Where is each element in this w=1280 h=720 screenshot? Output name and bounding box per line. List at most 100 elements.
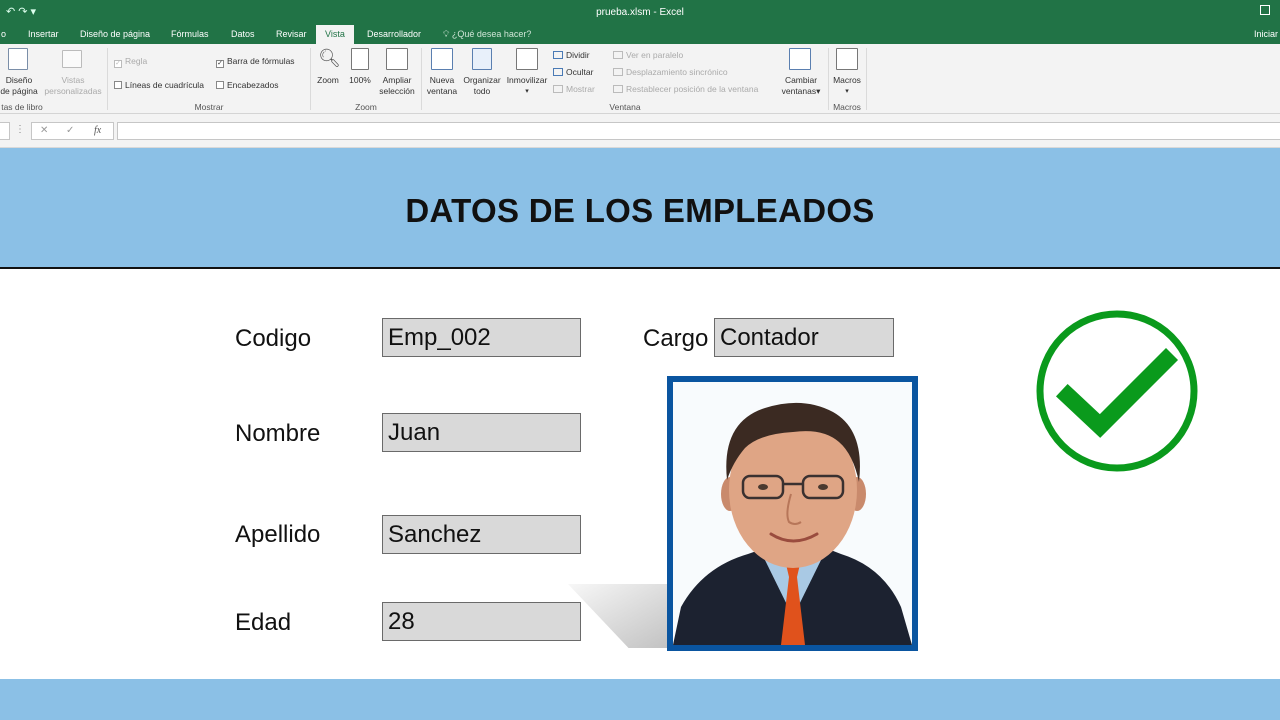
- formula-bar-label: Barra de fórmulas: [227, 56, 295, 66]
- magnifier-icon: 🔍︎: [318, 48, 341, 68]
- freeze-panes-icon: [516, 48, 538, 70]
- sync-scroll-label: Desplazamiento sincrónico: [626, 67, 728, 77]
- tab-diseno-pagina[interactable]: Diseño de página: [80, 29, 150, 39]
- hide-label: Ocultar: [566, 67, 594, 77]
- title-bar: ↶ ↷ ▾ prueba.xlsm - Excel: [0, 0, 1280, 25]
- window-title: prueba.xlsm - Excel: [596, 7, 684, 18]
- apellido-field[interactable]: Sanchez: [382, 515, 581, 554]
- checkbox-checked-icon: ✓: [114, 60, 122, 68]
- split-icon: [553, 51, 563, 59]
- ruler-label: Regla: [125, 56, 148, 66]
- page-layout-label-2: de página: [0, 86, 38, 96]
- new-window-label-1: Nueva: [429, 75, 455, 85]
- photo-shadow: [568, 584, 678, 648]
- page-layout-icon: [8, 48, 28, 70]
- ribbon: Diseño de página Vistas personalizadas t…: [0, 44, 1280, 114]
- sync-scroll-button[interactable]: Desplazamiento sincrónico: [613, 67, 728, 77]
- arrange-all-label-1: Organizar: [463, 75, 501, 85]
- lightbulb-icon: 💡︎: [443, 29, 450, 39]
- zoom-selection-label-1: Ampliar: [382, 75, 412, 85]
- ruler-checkbox[interactable]: ✓ Regla: [114, 56, 147, 68]
- freeze-panes-button[interactable]: Inmovilizar ▾: [504, 75, 550, 97]
- tab-revisar[interactable]: Revisar: [276, 29, 307, 39]
- unhide-icon: [553, 85, 563, 93]
- zoom-label: Zoom: [317, 75, 339, 85]
- group-label-zoom: Zoom: [355, 102, 377, 112]
- tab-formulas[interactable]: Fórmulas: [171, 29, 209, 39]
- tab-inicio[interactable]: o: [1, 29, 6, 39]
- split-label: Dividir: [566, 50, 590, 60]
- switch-windows-button[interactable]: Cambiar ventanas▾: [776, 75, 826, 97]
- switch-windows-label-2: ventanas▾: [781, 86, 821, 96]
- ribbon-tabs: o Insertar Diseño de página Fórmulas Dat…: [0, 25, 1280, 44]
- headings-label: Encabezados: [227, 80, 279, 90]
- tab-vista[interactable]: Vista: [316, 25, 354, 44]
- unhide-button[interactable]: Mostrar: [553, 84, 595, 94]
- custom-views-label-2: personalizadas: [44, 86, 102, 96]
- cargo-field[interactable]: Contador: [714, 318, 894, 357]
- zoom-selection-button[interactable]: Ampliar selección: [377, 75, 417, 97]
- formula-buttons: ✕ ✓ fx: [31, 122, 114, 140]
- zoom-100-icon: [351, 48, 369, 70]
- formula-bar-checkbox[interactable]: ✓ Barra de fórmulas: [216, 56, 295, 68]
- insert-function-icon[interactable]: fx: [94, 125, 101, 136]
- reset-position-label: Restablecer posición de la ventana: [626, 84, 759, 94]
- footer-band: [0, 679, 1280, 720]
- group-label-workbook-views: tas de libro: [1, 102, 43, 112]
- edad-label: Edad: [235, 609, 292, 636]
- side-by-side-label: Ver en paralelo: [626, 50, 684, 60]
- sign-in-link[interactable]: Iniciar: [1254, 29, 1278, 39]
- checkbox-unchecked-icon: [216, 81, 224, 89]
- employee-portrait-image: [673, 382, 912, 645]
- gridlines-checkbox[interactable]: Líneas de cuadrícula: [114, 80, 204, 90]
- tab-insertar[interactable]: Insertar: [28, 29, 59, 39]
- new-window-icon: [431, 48, 453, 70]
- tab-desarrollador[interactable]: Desarrollador: [367, 29, 421, 39]
- codigo-field[interactable]: Emp_002: [382, 318, 581, 357]
- hide-icon: [553, 68, 563, 76]
- custom-views-button[interactable]: Vistas personalizadas: [42, 75, 104, 97]
- sheet-title: DATOS DE LOS EMPLEADOS: [405, 192, 875, 229]
- unhide-label: Mostrar: [566, 84, 595, 94]
- codigo-label: Codigo: [235, 325, 312, 352]
- switch-windows-label-1: Cambiar: [784, 75, 818, 85]
- side-by-side-button[interactable]: Ver en paralelo: [613, 50, 683, 60]
- custom-views-label-1: Vistas: [61, 75, 85, 85]
- name-box[interactable]: [0, 122, 10, 140]
- side-by-side-icon: [613, 51, 623, 59]
- apellido-label: Apellido: [235, 521, 321, 548]
- group-separator: [310, 48, 311, 110]
- custom-views-icon: [62, 50, 82, 68]
- checkbox-checked-icon: ✓: [216, 60, 224, 68]
- formula-input[interactable]: [117, 122, 1280, 140]
- nombre-field[interactable]: Juan: [382, 413, 581, 452]
- arrange-all-icon: [472, 48, 492, 70]
- headings-checkbox[interactable]: Encabezados: [216, 80, 279, 90]
- ribbon-display-options-icon[interactable]: [1260, 5, 1270, 15]
- edad-field[interactable]: 28: [382, 602, 581, 641]
- tab-datos[interactable]: Datos: [231, 29, 255, 39]
- macros-button[interactable]: Macros ▾: [829, 75, 865, 97]
- group-separator: [866, 48, 867, 110]
- chevron-down-icon: ▾: [525, 88, 529, 95]
- page-layout-button[interactable]: Diseño de página: [0, 75, 38, 97]
- split-button[interactable]: Dividir: [553, 50, 590, 60]
- chevron-down-icon: ▾: [845, 88, 849, 95]
- enter-icon[interactable]: ✓: [66, 125, 74, 136]
- tell-me-search[interactable]: 💡︎ ¿Qué desea hacer?: [443, 29, 531, 40]
- more-icon[interactable]: ⋮: [15, 124, 25, 135]
- arrange-all-button[interactable]: Organizar todo: [461, 75, 503, 97]
- reset-position-button[interactable]: Restablecer posición de la ventana: [613, 84, 758, 94]
- hide-button[interactable]: Ocultar: [553, 67, 593, 77]
- zoom-100-button[interactable]: 100%: [345, 75, 375, 86]
- zoom-button[interactable]: Zoom: [313, 75, 343, 86]
- new-window-button[interactable]: Nueva ventana: [424, 75, 460, 97]
- group-separator: [421, 48, 422, 110]
- cancel-icon[interactable]: ✕: [40, 125, 48, 136]
- zoom-selection-label-2: selección: [379, 86, 415, 96]
- freeze-panes-label: Inmovilizar: [506, 75, 548, 85]
- macros-label: Macros: [833, 75, 861, 85]
- reset-position-icon: [613, 85, 623, 93]
- employee-photo[interactable]: [667, 376, 918, 651]
- zoom-100-label: 100%: [349, 75, 371, 85]
